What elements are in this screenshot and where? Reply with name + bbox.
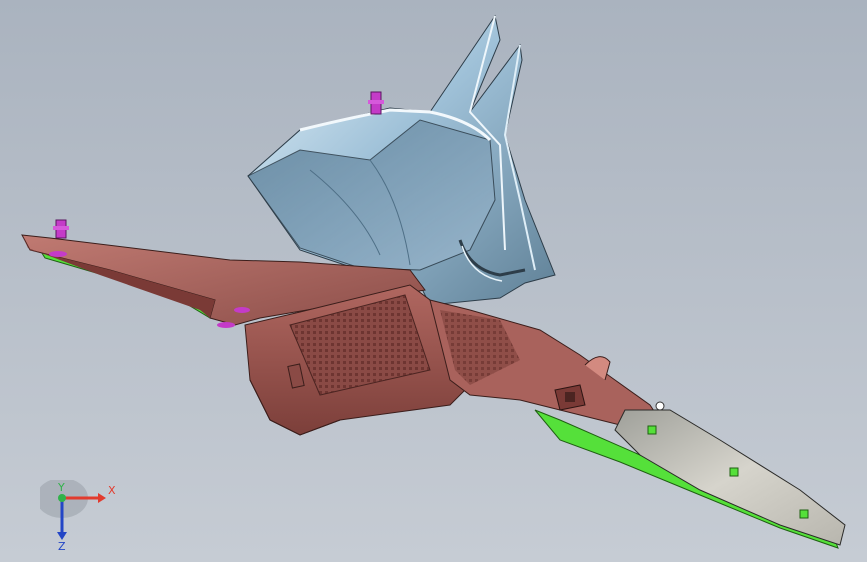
mounting-clip[interactable]	[53, 219, 69, 239]
z-axis-label: Z	[58, 540, 66, 550]
x-axis-label: X	[108, 484, 116, 497]
y-axis-label: Y	[57, 481, 65, 494]
cad-viewport[interactable]: X Y Z	[0, 0, 867, 562]
z-axis-arrowhead	[57, 532, 67, 540]
coordinate-triad: X Y Z	[40, 480, 116, 550]
y-axis-dot	[58, 494, 66, 502]
x-axis-arrowhead	[98, 493, 106, 503]
cad-model-view[interactable]	[0, 0, 867, 562]
